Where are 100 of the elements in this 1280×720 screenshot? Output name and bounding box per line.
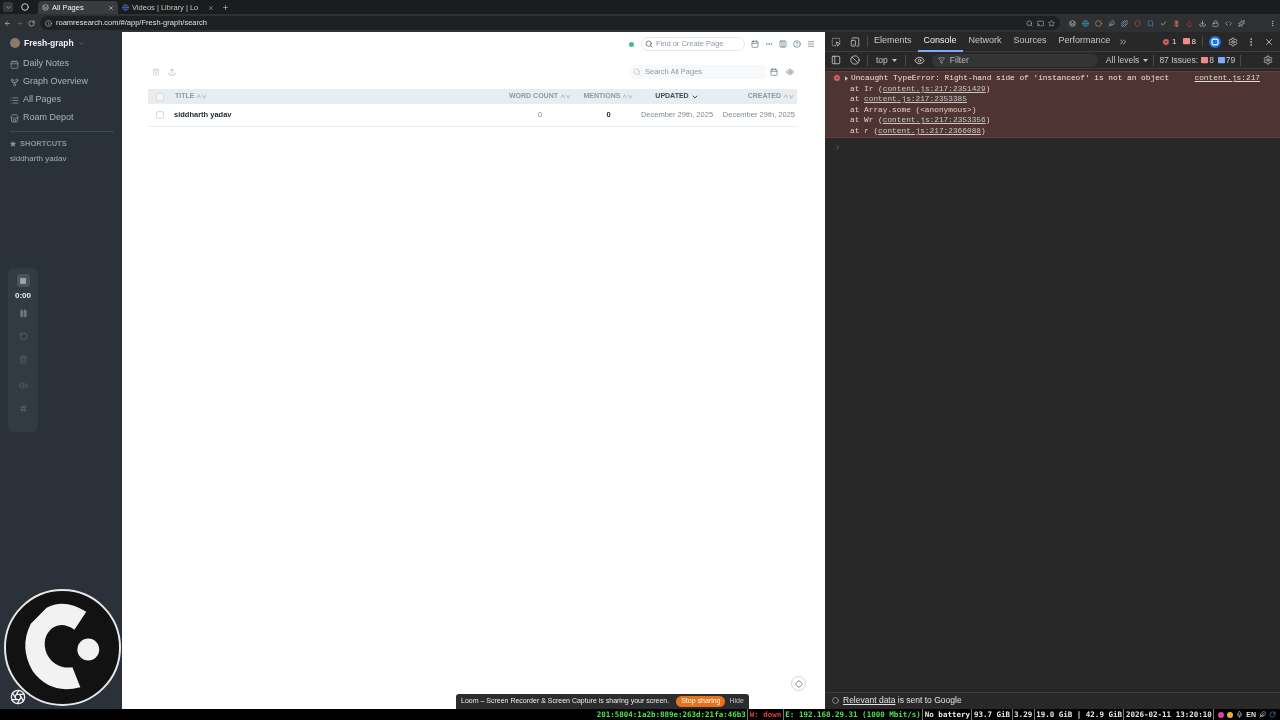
- inspect-icon[interactable]: [831, 36, 841, 47]
- reload-icon[interactable]: [28, 19, 35, 27]
- plus-icon: [222, 4, 229, 11]
- expand-triangle-icon: [845, 75, 848, 81]
- status-dot-icon: [629, 41, 634, 47]
- dot-icon: [1218, 711, 1225, 718]
- devtools-tab[interactable]: Sources: [1007, 31, 1053, 52]
- clear-console-icon[interactable]: [850, 55, 860, 65]
- aperture-icon[interactable]: [10, 689, 26, 705]
- eye-icon[interactable]: [913, 54, 925, 66]
- magnifier-icon[interactable]: [1026, 19, 1033, 27]
- download-icon[interactable]: [1199, 19, 1206, 27]
- forward-icon[interactable]: [16, 19, 23, 27]
- sidebar-item[interactable]: All Pages: [10, 91, 114, 109]
- notice-text: Relevant data is sent to Google: [843, 694, 962, 707]
- puzzle-icon[interactable]: [1121, 19, 1128, 27]
- sidebar-item[interactable]: Roam Depot: [10, 109, 114, 127]
- bookmark-star-icon[interactable]: [1048, 19, 1055, 27]
- list-icon: [10, 95, 19, 105]
- close-icon[interactable]: [208, 4, 214, 11]
- sidebar-item[interactable]: Daily Notes: [10, 55, 114, 73]
- layers-icon[interactable]: [1069, 19, 1076, 27]
- columns-icon[interactable]: [779, 40, 787, 48]
- calendar-icon[interactable]: [770, 68, 778, 76]
- warning-square-icon: [1182, 38, 1190, 45]
- devtools-tab[interactable]: Performance: [1052, 31, 1117, 52]
- sparkles-icon[interactable]: [1238, 19, 1245, 27]
- context-dropdown[interactable]: top: [876, 53, 897, 67]
- menu-lines-icon[interactable]: [807, 40, 815, 48]
- devtools-tab[interactable]: Console: [917, 31, 963, 52]
- globe-icon[interactable]: [1082, 19, 1089, 27]
- feather-icon: [1259, 711, 1266, 718]
- circle-icon[interactable]: [1095, 19, 1102, 27]
- check-icon[interactable]: [1160, 19, 1167, 27]
- globe-favicon-icon: [122, 4, 129, 11]
- devtools-tab[interactable]: Network: [962, 31, 1008, 52]
- settings-icon[interactable]: [1263, 55, 1273, 65]
- prompt-chevron-icon: [834, 143, 841, 151]
- filter-field[interactable]: Filter: [931, 53, 1098, 67]
- device-icon[interactable]: [850, 36, 860, 47]
- chevron-down-icon: [77, 39, 85, 47]
- search-icon: [645, 40, 653, 48]
- caret-down-icon: [1143, 58, 1149, 62]
- dot-icon: [1227, 711, 1234, 718]
- restart-icon[interactable]: [18, 332, 28, 341]
- levels-dropdown[interactable]: All levels: [1105, 53, 1149, 67]
- settings-icon[interactable]: [1228, 36, 1238, 47]
- new-tab-button[interactable]: [221, 3, 230, 12]
- more-tabs-icon[interactable]: [1118, 36, 1129, 47]
- bookmark-icon[interactable]: [1147, 19, 1154, 27]
- back-icon[interactable]: [4, 19, 11, 27]
- stop-square-icon: [20, 277, 26, 284]
- notice-link[interactable]: Relevant data: [843, 695, 896, 706]
- issue-count: 8: [1209, 53, 1214, 67]
- tab-search-button[interactable]: [3, 2, 13, 12]
- close-icon[interactable]: [1264, 36, 1274, 47]
- sidebar-panel-icon[interactable]: [831, 55, 841, 65]
- calendar-icon[interactable]: [751, 40, 759, 48]
- store-icon: [10, 113, 19, 123]
- flower-icon[interactable]: [1173, 19, 1180, 27]
- filter-icon: [937, 56, 945, 64]
- stop-recording-button[interactable]: [16, 274, 30, 287]
- star-icon: [10, 141, 16, 147]
- hash-icon[interactable]: [18, 404, 28, 413]
- refresh-icon: [1269, 711, 1276, 718]
- circle-icon: [21, 3, 29, 11]
- error-icon: [833, 74, 841, 83]
- circle-icon: [832, 697, 839, 704]
- help-icon[interactable]: [793, 40, 801, 48]
- devtools-tab[interactable]: Elements: [868, 31, 918, 52]
- pause-icon[interactable]: [18, 309, 28, 318]
- error-count: 1: [1172, 35, 1177, 48]
- select-all-checkbox[interactable]: [156, 92, 164, 101]
- circle-square-icon[interactable]: [1209, 35, 1221, 48]
- cast-icon[interactable]: [1037, 19, 1044, 27]
- more-icon[interactable]: [765, 40, 773, 48]
- placeholder-text: Filter: [949, 53, 969, 67]
- error-icon: [1162, 37, 1171, 46]
- warning-square-icon: [1201, 56, 1209, 64]
- recording-timer: 0:00: [15, 290, 31, 302]
- code-icon[interactable]: [1225, 19, 1232, 27]
- mic-icon: [1236, 711, 1244, 718]
- issues-label[interactable]: 87 Issues:: [1159, 53, 1199, 67]
- warning-count: 8: [1191, 35, 1196, 48]
- row-checkbox[interactable]: [156, 111, 164, 119]
- diamond-icon: [794, 679, 803, 688]
- issue-count: 79: [1225, 53, 1236, 67]
- fork-icon: [10, 77, 19, 87]
- sidebar-item[interactable]: Graph Overview: [10, 73, 114, 91]
- floating-nav-button[interactable]: [791, 676, 806, 691]
- calendar-icon: [10, 59, 19, 69]
- search-icon: [633, 68, 641, 76]
- shield-icon[interactable]: [1134, 19, 1141, 27]
- shortcut-link[interactable]: siddharth yadav: [10, 153, 114, 164]
- droplet-icon[interactable]: [1186, 19, 1193, 27]
- lock-icon[interactable]: [1212, 19, 1219, 27]
- chevron-down-icon: [4, 3, 12, 11]
- feather-icon[interactable]: [1108, 19, 1115, 27]
- info-square-icon: [1217, 56, 1225, 64]
- graph-name[interactable]: Fresh-graph: [24, 36, 74, 50]
